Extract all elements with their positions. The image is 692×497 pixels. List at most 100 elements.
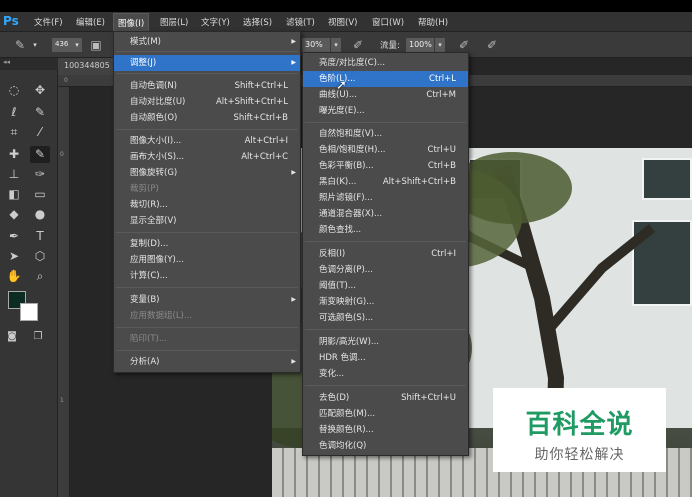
menu-item-shadows-highlights[interactable]: 阴影/高光(W)... — [303, 334, 468, 350]
menu-item-threshold[interactable]: 阈值(T)... — [303, 278, 468, 294]
menu-item-auto-contrast[interactable]: 自动对比度(U) Alt+Shift+Ctrl+L — [114, 94, 300, 110]
menu-item-calculations[interactable]: 计算(C)... — [114, 268, 300, 284]
brush-tool-icon[interactable]: ✎ — [30, 146, 50, 163]
menu-item-hdr-toning[interactable]: HDR 色调... — [303, 350, 468, 366]
menu-item-exposure[interactable]: 曝光度(E)... — [303, 103, 468, 119]
tool-preset-dropdown[interactable]: ▾ — [30, 38, 40, 52]
menu-view[interactable]: 视图(V) — [328, 16, 357, 28]
menu-help[interactable]: 帮助(H) — [418, 16, 448, 28]
menu-separator — [305, 385, 466, 386]
lasso-tool-icon[interactable]: ℓ — [4, 104, 24, 121]
document-tab[interactable]: 100344805 — [58, 58, 118, 75]
menu-edit[interactable]: 编辑(E) — [76, 16, 105, 28]
background-color-swatch[interactable] — [20, 303, 38, 321]
top-black-strip — [0, 0, 692, 12]
mouse-pointer-icon: ➚ — [336, 78, 347, 93]
brush-tool-icon[interactable]: ✎ — [12, 37, 28, 53]
menu-item-reveal-all[interactable]: 显示全部(V) — [114, 213, 300, 229]
marquee-tool-icon[interactable]: ◌ — [4, 82, 24, 99]
menu-item-curves[interactable]: 曲线(U)... Ctrl+M — [303, 87, 468, 103]
blur-tool-icon[interactable]: ◆ — [4, 206, 24, 223]
menu-item-mode[interactable]: 模式(M) ▶ — [114, 34, 300, 50]
menu-item-image-size[interactable]: 图像大小(I)... Alt+Ctrl+I — [114, 133, 300, 149]
menu-type[interactable]: 文字(Y) — [201, 16, 230, 28]
move-tool-icon[interactable]: ✥ — [30, 82, 50, 99]
brush-panel-icon[interactable]: ▣ — [88, 37, 104, 53]
menu-item-canvas-size[interactable]: 画布大小(S)... Alt+Ctrl+C — [114, 149, 300, 165]
menu-item-invert[interactable]: 反相(I) Ctrl+I — [303, 246, 468, 262]
menu-item-auto-tone[interactable]: 自动色调(N) Shift+Ctrl+L — [114, 78, 300, 94]
ruler-left-one: 1 — [60, 397, 64, 404]
watermark-subtitle: 助你轻松解决 — [534, 447, 625, 463]
tools-panel: ◂◂ ◌ ✥ ℓ ✎ ⌗ ⁄ ✚ ✎ ⊥ ✑ ◧ ▭ ◆ ● ✒ T ➤ ⬡ ✋… — [0, 58, 58, 497]
menu-separator — [116, 327, 298, 328]
screen-mode-icon[interactable]: ❐ — [28, 328, 48, 345]
healing-tool-icon[interactable]: ✚ — [4, 146, 24, 163]
menu-item-vibrance[interactable]: 自然饱和度(V)... — [303, 126, 468, 142]
shape-tool-icon[interactable]: ⬡ — [30, 248, 50, 265]
brush-size-field[interactable]: 436 — [52, 38, 72, 52]
menu-item-replace-color[interactable]: 替换颜色(R)... — [303, 422, 468, 438]
ruler-top-zero: 0 — [64, 77, 68, 84]
pen-tool-icon[interactable]: ✒ — [4, 228, 24, 245]
menu-item-crop: 裁剪(P) — [130, 184, 159, 194]
menu-file[interactable]: 文件(F) — [34, 16, 63, 28]
ruler-left-zero: 0 — [60, 151, 64, 158]
flow-dropdown[interactable]: ▾ — [435, 38, 445, 52]
menu-item-levels[interactable]: 色阶(L)... Ctrl+L — [303, 71, 468, 87]
menu-item-image-rotation[interactable]: 图像旋转(G) ▶ — [114, 165, 300, 181]
menu-item-gradient-map[interactable]: 渐变映射(G)... — [303, 294, 468, 310]
menu-item-posterize[interactable]: 色调分离(P)... — [303, 262, 468, 278]
airbrush-icon[interactable]: ✐ — [456, 37, 472, 53]
type-tool-icon[interactable]: T — [30, 228, 50, 245]
menu-layer[interactable]: 图层(L) — [160, 16, 188, 28]
menu-item-equalize[interactable]: 色调均化(Q) — [303, 438, 468, 454]
menu-item-channel-mixer[interactable]: 通道混合器(X)... — [303, 206, 468, 222]
menu-item-apply-image[interactable]: 应用图像(Y)... — [114, 252, 300, 268]
menu-item-desaturate[interactable]: 去色(D) Shift+Ctrl+U — [303, 390, 468, 406]
menu-separator — [116, 129, 298, 130]
history-brush-tool-icon[interactable]: ✑ — [30, 166, 50, 183]
menu-select[interactable]: 选择(S) — [243, 16, 272, 28]
menu-item-color-balance[interactable]: 色彩平衡(B)... Ctrl+B — [303, 158, 468, 174]
menu-item-variables[interactable]: 变量(B) ▶ — [114, 292, 300, 308]
opacity-pressure-icon[interactable]: ✐ — [350, 37, 366, 53]
zoom-tool-icon[interactable]: ⌕ — [30, 268, 50, 285]
opacity-field[interactable]: 30% — [302, 38, 330, 52]
path-select-tool-icon[interactable]: ➤ — [4, 248, 24, 265]
menu-item-analysis[interactable]: 分析(A) ▶ — [114, 354, 300, 370]
eraser-tool-icon[interactable]: ◧ — [4, 186, 24, 203]
menu-item-color-lookup[interactable]: 颜色查找... — [303, 222, 468, 238]
crop-tool-icon[interactable]: ⌗ — [4, 124, 24, 141]
adjustments-submenu: 亮度/对比度(C)... 色阶(L)... Ctrl+L 曲线(U)... Ctrl… — [302, 52, 469, 456]
menu-item-match-color[interactable]: 匹配颜色(M)... — [303, 406, 468, 422]
gradient-tool-icon[interactable]: ▭ — [30, 186, 50, 203]
flow-field[interactable]: 100% — [406, 38, 434, 52]
menu-separator — [305, 241, 466, 242]
menubar: Ps 文件(F) 编辑(E) 图像(I) 图层(L) 文字(Y) 选择(S) 滤… — [0, 12, 692, 32]
menu-filter[interactable]: 滤镜(T) — [286, 16, 315, 28]
menu-item-variations[interactable]: 变化... — [303, 366, 468, 382]
menu-item-adjustments[interactable]: 调整(J) ▶ — [114, 55, 300, 71]
menu-separator — [116, 232, 298, 233]
brush-size-dropdown[interactable]: ▾ — [72, 38, 82, 52]
menu-item-hue-saturation[interactable]: 色相/饱和度(H)... Ctrl+U — [303, 142, 468, 158]
menu-item-trim[interactable]: 裁切(R)... — [114, 197, 300, 213]
tools-collapse-button[interactable]: ◂◂ — [0, 58, 58, 70]
opacity-dropdown[interactable]: ▾ — [331, 38, 341, 52]
dodge-tool-icon[interactable]: ● — [30, 206, 50, 223]
menu-item-selective-color[interactable]: 可选颜色(S)... — [303, 310, 468, 326]
size-pressure-icon[interactable]: ✐ — [484, 37, 500, 53]
menu-item-brightness-contrast[interactable]: 亮度/对比度(C)... — [303, 55, 468, 71]
menu-item-duplicate[interactable]: 复制(D)... — [114, 236, 300, 252]
hand-tool-icon[interactable]: ✋ — [4, 268, 24, 285]
menu-window[interactable]: 窗口(W) — [372, 16, 404, 28]
menu-item-auto-color[interactable]: 自动颜色(O) Shift+Ctrl+B — [114, 110, 300, 126]
quick-select-tool-icon[interactable]: ✎ — [30, 104, 50, 121]
menu-item-black-white[interactable]: 黑白(K)... Alt+Shift+Ctrl+B — [303, 174, 468, 190]
menu-image[interactable]: 图像(I) — [113, 13, 150, 32]
menu-item-photo-filter[interactable]: 照片滤镜(F)... — [303, 190, 468, 206]
eyedropper-tool-icon[interactable]: ⁄ — [30, 124, 50, 141]
clone-stamp-tool-icon[interactable]: ⊥ — [4, 166, 24, 183]
quick-mask-icon[interactable]: ◙ — [2, 328, 22, 345]
